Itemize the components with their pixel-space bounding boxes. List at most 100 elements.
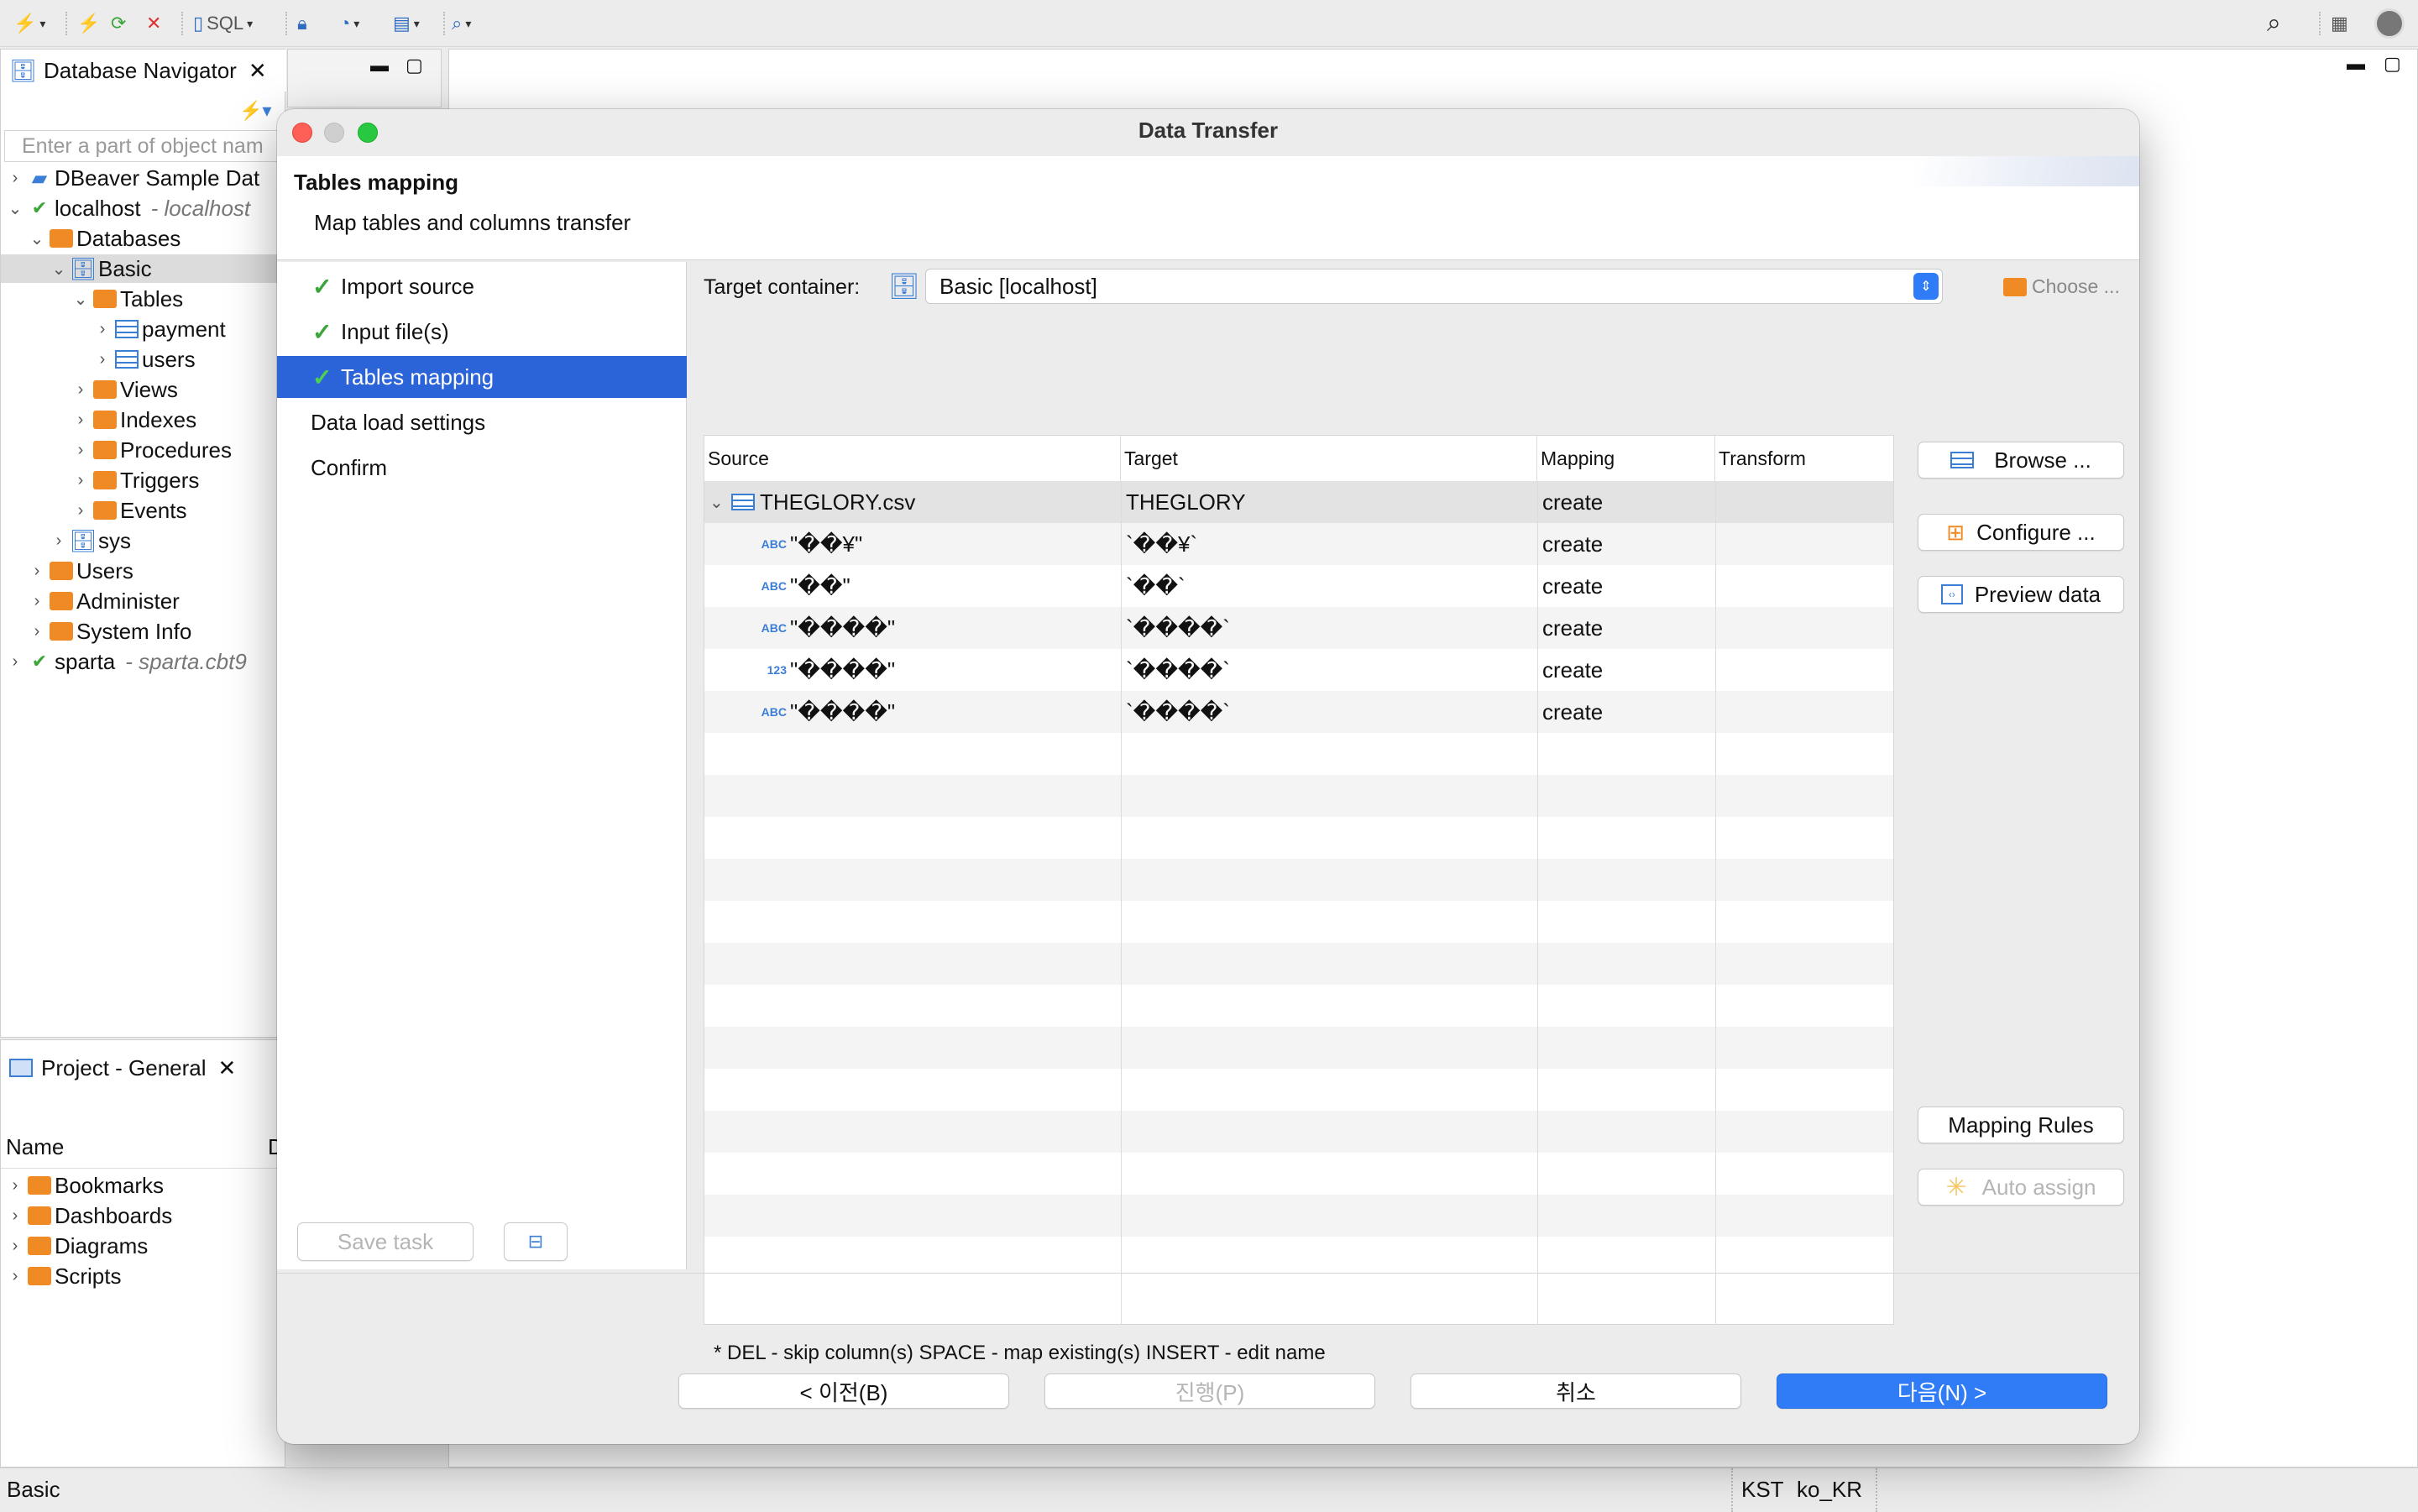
source-cell[interactable]: ABC "����" [755, 691, 895, 733]
close-icon[interactable]: ✕ [249, 58, 267, 84]
maximize-icon[interactable]: ▢ [406, 55, 423, 76]
tree-item[interactable]: › Triggers [1, 466, 285, 494]
sql-editor-button[interactable]: ▯ SQL ▾ [193, 10, 253, 37]
chevron-right-icon[interactable]: › [71, 411, 90, 430]
wizard-step[interactable]: ✓ Tables mapping [277, 356, 687, 398]
project-item[interactable]: › Scripts [6, 1262, 122, 1290]
wizard-step[interactable]: ✓ Input file(s) [277, 311, 687, 353]
chevron-down-icon[interactable]: ⌄ [50, 259, 68, 280]
project-item[interactable]: › Diagrams [6, 1232, 149, 1260]
chevron-right-icon[interactable]: › [71, 380, 90, 400]
wizard-step[interactable]: ✓ Import source [277, 265, 687, 307]
commit-icon[interactable]: ▤ ▾ [393, 10, 420, 37]
reconnect-icon[interactable]: ⟳ [111, 10, 126, 37]
tab-database-navigator[interactable]: 🗄︎ Database Navigator ✕ [1, 50, 286, 92]
chevron-right-icon[interactable]: › [6, 169, 24, 188]
mapping-rules-button[interactable]: Mapping Rules [1918, 1107, 2124, 1143]
chevron-down-icon[interactable]: ⌄ [28, 228, 46, 249]
navigator-filter-input[interactable]: Enter a part of object nam [4, 130, 281, 162]
chevron-down-icon[interactable]: ⌄ [709, 492, 731, 513]
back-button[interactable]: < 이전(B) [678, 1373, 1009, 1409]
preview-data-button[interactable]: ‹› Preview data [1918, 576, 2124, 613]
project-item[interactable]: › Bookmarks [6, 1171, 164, 1200]
minimize-icon[interactable]: ▬ [2347, 53, 2365, 75]
column-header-mapping[interactable]: Mapping [1537, 436, 1715, 481]
tree-item[interactable]: › ▰ DBeaver Sample Dat [1, 164, 285, 192]
chevron-right-icon[interactable]: › [28, 622, 46, 641]
source-cell[interactable]: ABC "��¥" [755, 523, 863, 565]
chevron-right-icon[interactable]: › [71, 501, 90, 521]
column-header-name[interactable]: Name [6, 1134, 64, 1160]
chevron-right-icon[interactable]: › [50, 531, 68, 551]
global-search-icon[interactable]: ⌕ [2267, 9, 2281, 37]
perspective-icon[interactable]: ▦ [2331, 10, 2348, 37]
tree-item[interactable]: › ✔ sparta - sparta.cbt9 [1, 647, 285, 676]
chevron-right-icon[interactable]: › [6, 1237, 24, 1256]
target-cell[interactable]: `����` [1126, 649, 1230, 691]
chevron-right-icon[interactable]: › [71, 471, 90, 490]
save-task-button[interactable]: Save task [297, 1222, 474, 1261]
auto-assign-button[interactable]: ✳ Auto assign [1918, 1169, 2124, 1206]
tree-item[interactable]: ⌄ Databases [1, 224, 285, 253]
chevron-down-icon[interactable]: ⌄ [6, 198, 24, 219]
column-header-target[interactable]: Target [1121, 436, 1537, 481]
chevron-right-icon[interactable]: › [93, 320, 112, 339]
tree-item[interactable]: ⌄ 🗄︎ Basic [1, 254, 285, 283]
column-header-transform[interactable]: Transform [1715, 436, 1893, 481]
tree-item[interactable]: › Views [1, 375, 285, 404]
chevron-right-icon[interactable]: › [28, 592, 46, 611]
tree-item[interactable]: › Events [1, 496, 285, 525]
chevron-right-icon[interactable]: › [6, 1206, 24, 1226]
avatar[interactable] [2374, 8, 2405, 39]
configure-button[interactable]: ⊞ Configure ... [1918, 514, 2124, 551]
lock-icon[interactable]: 🔒︎ [297, 10, 307, 37]
close-icon[interactable]: ✕ [218, 1055, 237, 1081]
target-cell[interactable]: THEGLORY [1126, 481, 1246, 523]
tree-item[interactable]: ⌄ ✔ localhost - localhost [1, 194, 285, 222]
tree-item[interactable]: ⌄ Tables [1, 285, 285, 313]
tree-item[interactable]: › users [1, 345, 285, 374]
new-connection-icon[interactable]: ⚡▾ [13, 10, 45, 37]
wizard-step[interactable]: Data load settings [277, 401, 687, 443]
target-cell[interactable]: `����` [1126, 607, 1230, 649]
tree-item[interactable]: › Users [1, 557, 285, 585]
chevron-right-icon[interactable]: › [28, 562, 46, 581]
mapping-cell[interactable]: create [1542, 481, 1603, 523]
browse-button[interactable]: Browse ... [1918, 442, 2124, 479]
target-cell[interactable]: `��¥` [1126, 523, 1197, 565]
tree-item[interactable]: › Administer [1, 587, 285, 615]
next-button[interactable]: 다음(N) > [1777, 1373, 2107, 1409]
source-cell[interactable]: ABC "��" [755, 565, 850, 607]
cancel-button[interactable]: 취소 [1410, 1373, 1741, 1409]
source-cell[interactable]: ⌄ THEGLORY.csv [709, 481, 915, 523]
chevron-down-icon[interactable]: ⌄ [71, 289, 90, 310]
tree-item[interactable]: › 🗄︎ sys [1, 526, 285, 555]
tree-item[interactable]: › Indexes [1, 405, 285, 434]
mapping-cell[interactable]: create [1542, 649, 1603, 691]
target-cell[interactable]: `��` [1126, 565, 1185, 607]
target-container-select[interactable]: Basic [localhost] ⇕ [925, 269, 1943, 304]
disconnect-icon[interactable]: ✕ [146, 10, 161, 37]
tab-project-general[interactable]: Project - General ✕ [1, 1040, 261, 1096]
chevron-right-icon[interactable]: › [6, 652, 24, 672]
proceed-button[interactable]: 진행(P) [1044, 1373, 1375, 1409]
source-cell[interactable]: 123 "����" [755, 649, 895, 691]
chevron-right-icon[interactable]: › [71, 441, 90, 460]
source-cell[interactable]: ABC "����" [755, 607, 895, 649]
mapping-cell[interactable]: create [1542, 523, 1603, 565]
project-item[interactable]: › Dashboards [6, 1201, 173, 1230]
tree-item[interactable]: › System Info [1, 617, 285, 646]
task-icon-button[interactable]: ⊟ [504, 1222, 568, 1261]
wizard-step[interactable]: Confirm [277, 447, 687, 489]
chevron-right-icon[interactable]: › [6, 1267, 24, 1286]
mapping-cell[interactable]: create [1542, 565, 1603, 607]
choose-container-button[interactable]: Choose ... [2003, 275, 2120, 298]
maximize-icon[interactable]: ▢ [2384, 53, 2401, 75]
transaction-mode-icon[interactable]: ◔ ▾ [339, 10, 359, 37]
mapping-cell[interactable]: create [1542, 691, 1603, 733]
new-connection-icon[interactable]: ⚡▾ [239, 100, 271, 122]
tree-item[interactable]: › Procedures [1, 436, 285, 464]
target-cell[interactable]: `����` [1126, 691, 1230, 733]
chevron-right-icon[interactable]: › [93, 350, 112, 369]
tree-item[interactable]: › payment [1, 315, 285, 343]
